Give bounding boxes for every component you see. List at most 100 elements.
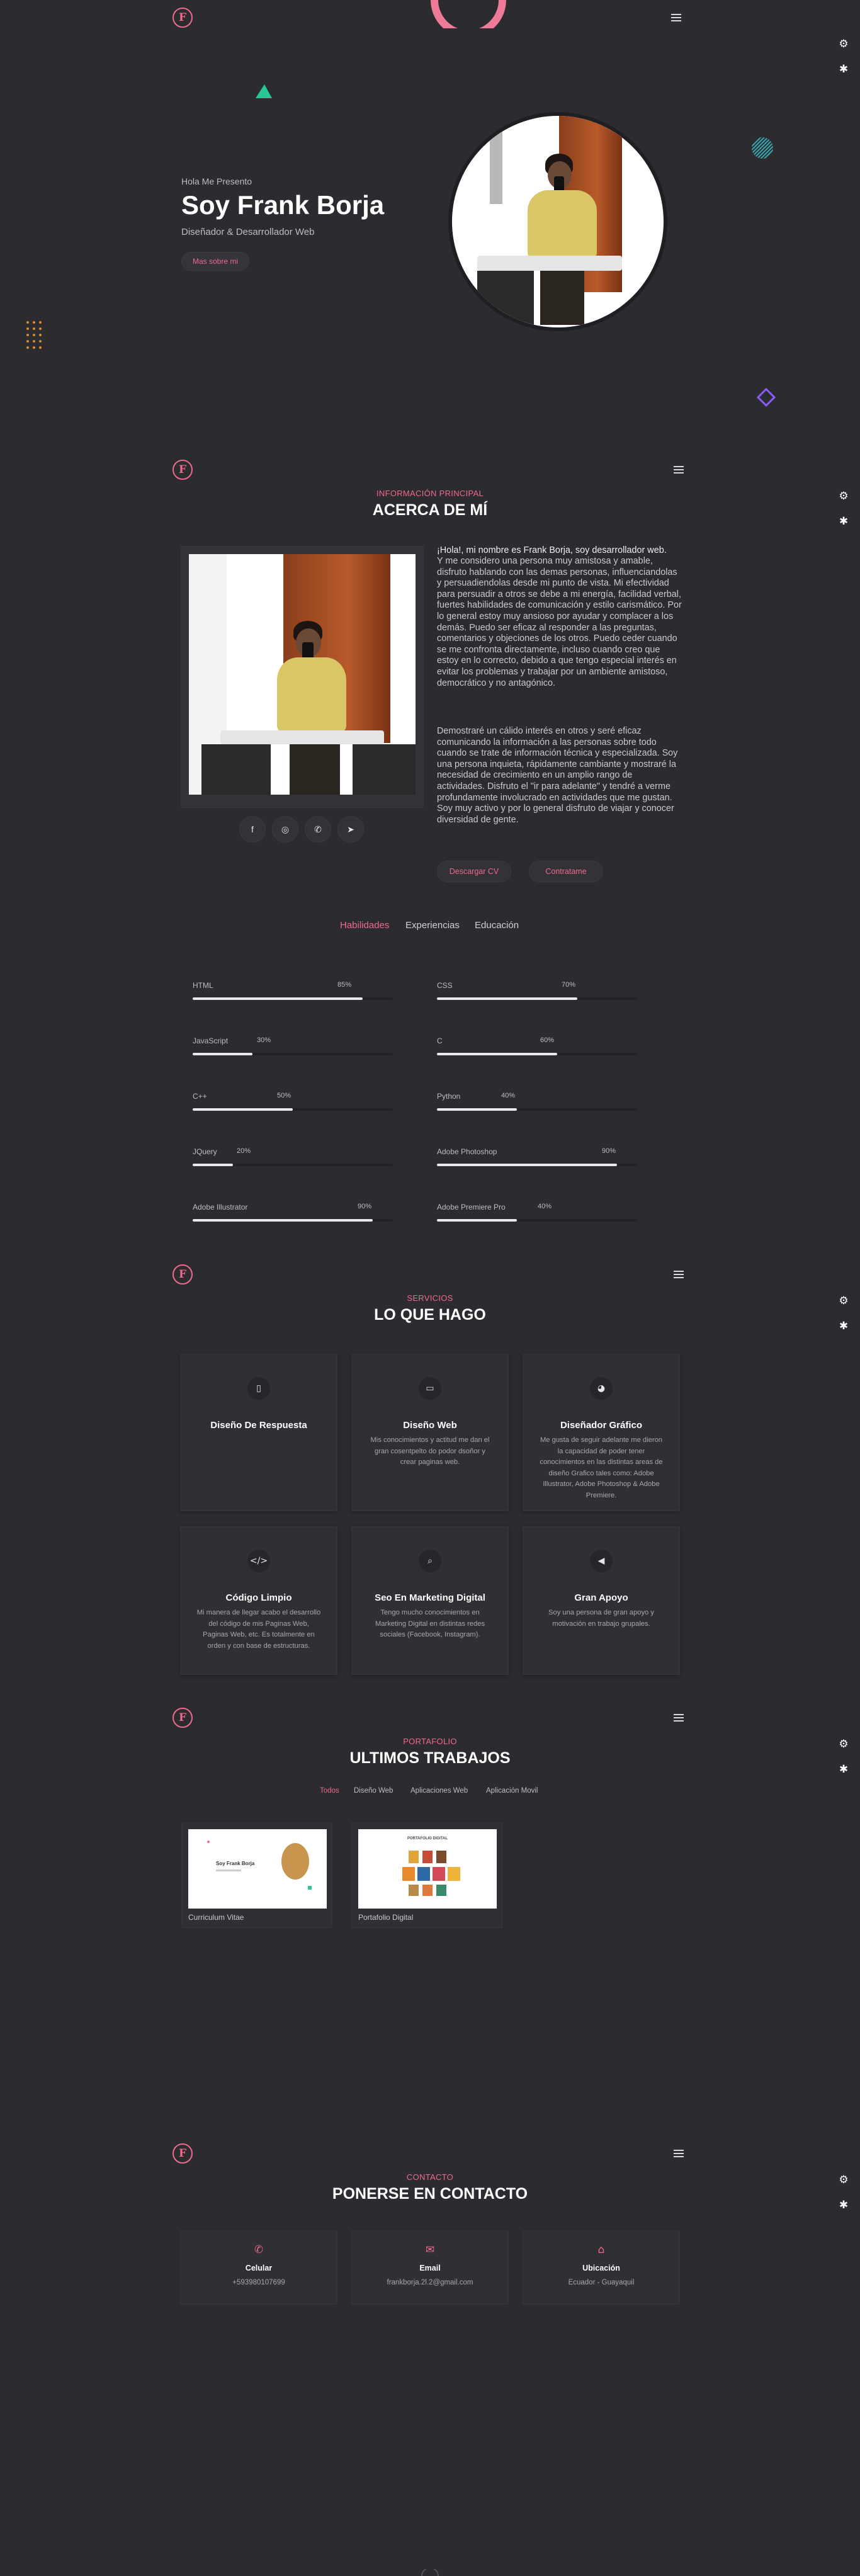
decor-hatched-circle — [752, 137, 773, 159]
more-about-me-button[interactable]: Mas sobre mi — [181, 252, 249, 271]
contact-value[interactable]: Ecuador - Guayaquil — [523, 2279, 679, 2286]
section-kicker: SERVICIOS — [407, 1293, 453, 1303]
section-kicker: CONTACTO — [406, 2172, 454, 2182]
palette-icon: ◕ — [590, 1377, 613, 1400]
thumbnail-title: Soy Frank Borja — [216, 1861, 255, 1866]
hire-me-button[interactable]: Contratame — [529, 861, 603, 882]
portfolio-thumbnail: Soy Frank Borja — [188, 1829, 327, 1909]
menu-icon[interactable] — [674, 2150, 684, 2157]
skill-name: Adobe Photoshop — [437, 1147, 497, 1156]
service-description: Me gusta de seguir adelante me dieron la… — [540, 1436, 663, 1499]
service-description: Tengo mucho conocimientos en Marketing D… — [375, 1609, 485, 1638]
tab-skills[interactable]: Habilidades — [340, 920, 389, 931]
decor-triangle — [256, 84, 272, 98]
logo[interactable]: F — [173, 1264, 193, 1285]
service-description: Mi manera de llegar acabo el desarrollo … — [196, 1609, 321, 1650]
download-cv-button[interactable]: Descargar CV — [437, 861, 511, 882]
skill-percent: 90% — [358, 1203, 372, 1210]
contact-title: Email — [419, 2264, 441, 2272]
skill-name: Adobe Premiere Pro — [437, 1203, 506, 1211]
section-kicker: PORTAFOLIO — [403, 1737, 457, 1746]
hero-role: Diseñador & Desarrollador Web — [181, 227, 315, 237]
menu-icon[interactable] — [674, 466, 684, 474]
telegram-icon[interactable]: ➤ — [337, 816, 364, 843]
service-title: Diseño De Respuesta — [210, 1420, 307, 1431]
service-description: Mis conocimientos y actitud me dan el gr… — [370, 1436, 490, 1466]
logo[interactable]: F — [173, 460, 193, 480]
skill-percent: 90% — [602, 1147, 616, 1155]
service-title: Seo En Marketing Digital — [375, 1592, 485, 1603]
logo[interactable]: F — [173, 2143, 193, 2164]
section-title: PONERSE EN CONTACTO — [332, 2185, 528, 2203]
decor-diamond — [757, 388, 776, 407]
skill-percent: 40% — [501, 1092, 516, 1099]
filter-web-apps[interactable]: Aplicaciones Web — [410, 1787, 468, 1795]
skill-bar — [437, 1108, 637, 1111]
portfolio-thumbnail: PORTAFOLIO DIGITAL — [358, 1829, 497, 1909]
about-intro: ¡Hola!, mi nombre es Frank Borja, soy de… — [437, 545, 667, 555]
service-card: ⌕ Seo En Marketing Digital Tengo mucho c… — [351, 1526, 509, 1675]
skill-percent: 60% — [540, 1036, 555, 1044]
tab-education[interactable]: Educación — [475, 920, 519, 931]
about-paragraph-2: Demostraré un cálido interés en otros y … — [437, 726, 678, 825]
skill-bar — [193, 1219, 393, 1222]
instagram-icon[interactable]: ◎ — [272, 816, 298, 843]
decor-ring — [431, 0, 506, 28]
service-card: ▯ Diseño De Respuesta — [180, 1354, 337, 1511]
skill-percent: 50% — [277, 1092, 291, 1099]
skill-bar — [437, 1053, 637, 1055]
section-title: ULTIMOS TRABAJOS — [349, 1749, 511, 1767]
menu-icon[interactable] — [674, 1714, 684, 1722]
about-profile-photo — [189, 554, 416, 795]
portfolio-item[interactable]: PORTAFOLIO DIGITAL Portafolio Digital — [351, 1822, 502, 1928]
gear-icon[interactable]: ⚙ — [837, 38, 850, 50]
contact-card: ✆ Celular +593980107699 — [180, 2230, 337, 2305]
service-card: ◕ Diseñador Gráfico Me gusta de seguir a… — [523, 1354, 680, 1511]
mobile-icon: ▯ — [247, 1377, 270, 1400]
email-icon: ✉ — [425, 2244, 435, 2256]
section-title: LO QUE HAGO — [374, 1306, 486, 1324]
service-description: Soy una persona de gran apoyo y motivaci… — [548, 1609, 654, 1628]
skill-name: Adobe Illustrator — [193, 1203, 248, 1211]
section-kicker: INFORMACIÓN PRINCIPAL — [376, 489, 484, 498]
skill-name: C — [437, 1036, 443, 1045]
service-card: ▭ Diseño Web Mis conocimientos y actitud… — [351, 1354, 509, 1511]
whatsapp-icon[interactable]: ✆ — [305, 816, 331, 843]
section-title: ACERCA DE MÍ — [372, 501, 488, 519]
skill-bar — [437, 1219, 637, 1222]
hero-greeting: Hola Me Presento — [181, 176, 252, 186]
skill-percent: 30% — [257, 1036, 271, 1044]
contact-value[interactable]: +593980107699 — [181, 2279, 337, 2286]
gear-icon[interactable]: ✱ — [837, 63, 850, 76]
skill-name: HTML — [193, 981, 213, 990]
menu-icon[interactable] — [674, 1271, 684, 1278]
decor-dots — [26, 321, 42, 349]
skill-percent: 40% — [538, 1203, 552, 1210]
service-title: Diseñador Gráfico — [560, 1420, 643, 1431]
filter-web-design[interactable]: Diseño Web — [354, 1787, 393, 1795]
portfolio-item[interactable]: Soy Frank Borja Curriculum Vitae — [181, 1822, 332, 1928]
thumbnail-title: PORTAFOLIO DIGITAL — [407, 1837, 448, 1841]
about-paragraph-1: Y me considero una persona muy amistosa … — [437, 556, 682, 688]
contact-value[interactable]: frankborja.2l.2@gmail.com — [352, 2279, 508, 2286]
code-icon: </> — [247, 1550, 270, 1572]
hero-name: Soy Frank Borja — [181, 190, 385, 220]
skill-name: Python — [437, 1092, 461, 1101]
skill-name: JQuery — [193, 1147, 217, 1156]
filter-all[interactable]: Todos — [320, 1787, 339, 1795]
portfolio-label: Curriculum Vitae — [188, 1913, 244, 1922]
skill-percent: 70% — [562, 981, 576, 989]
filter-mobile-apps[interactable]: Aplicación Movil — [486, 1787, 538, 1795]
service-title: Gran Apoyo — [574, 1592, 628, 1603]
contact-title: Celular — [245, 2264, 273, 2272]
facebook-icon[interactable]: f — [239, 816, 266, 843]
logo[interactable]: F — [173, 8, 193, 28]
skill-name: C++ — [193, 1092, 207, 1101]
tab-experience[interactable]: Experiencias — [405, 920, 460, 931]
search-icon: ⌕ — [419, 1550, 441, 1572]
skill-bar — [193, 1164, 393, 1166]
service-title: Código Limpio — [225, 1592, 292, 1603]
logo[interactable]: F — [173, 1708, 193, 1728]
menu-icon[interactable] — [671, 14, 681, 21]
skill-bar — [193, 1108, 393, 1111]
